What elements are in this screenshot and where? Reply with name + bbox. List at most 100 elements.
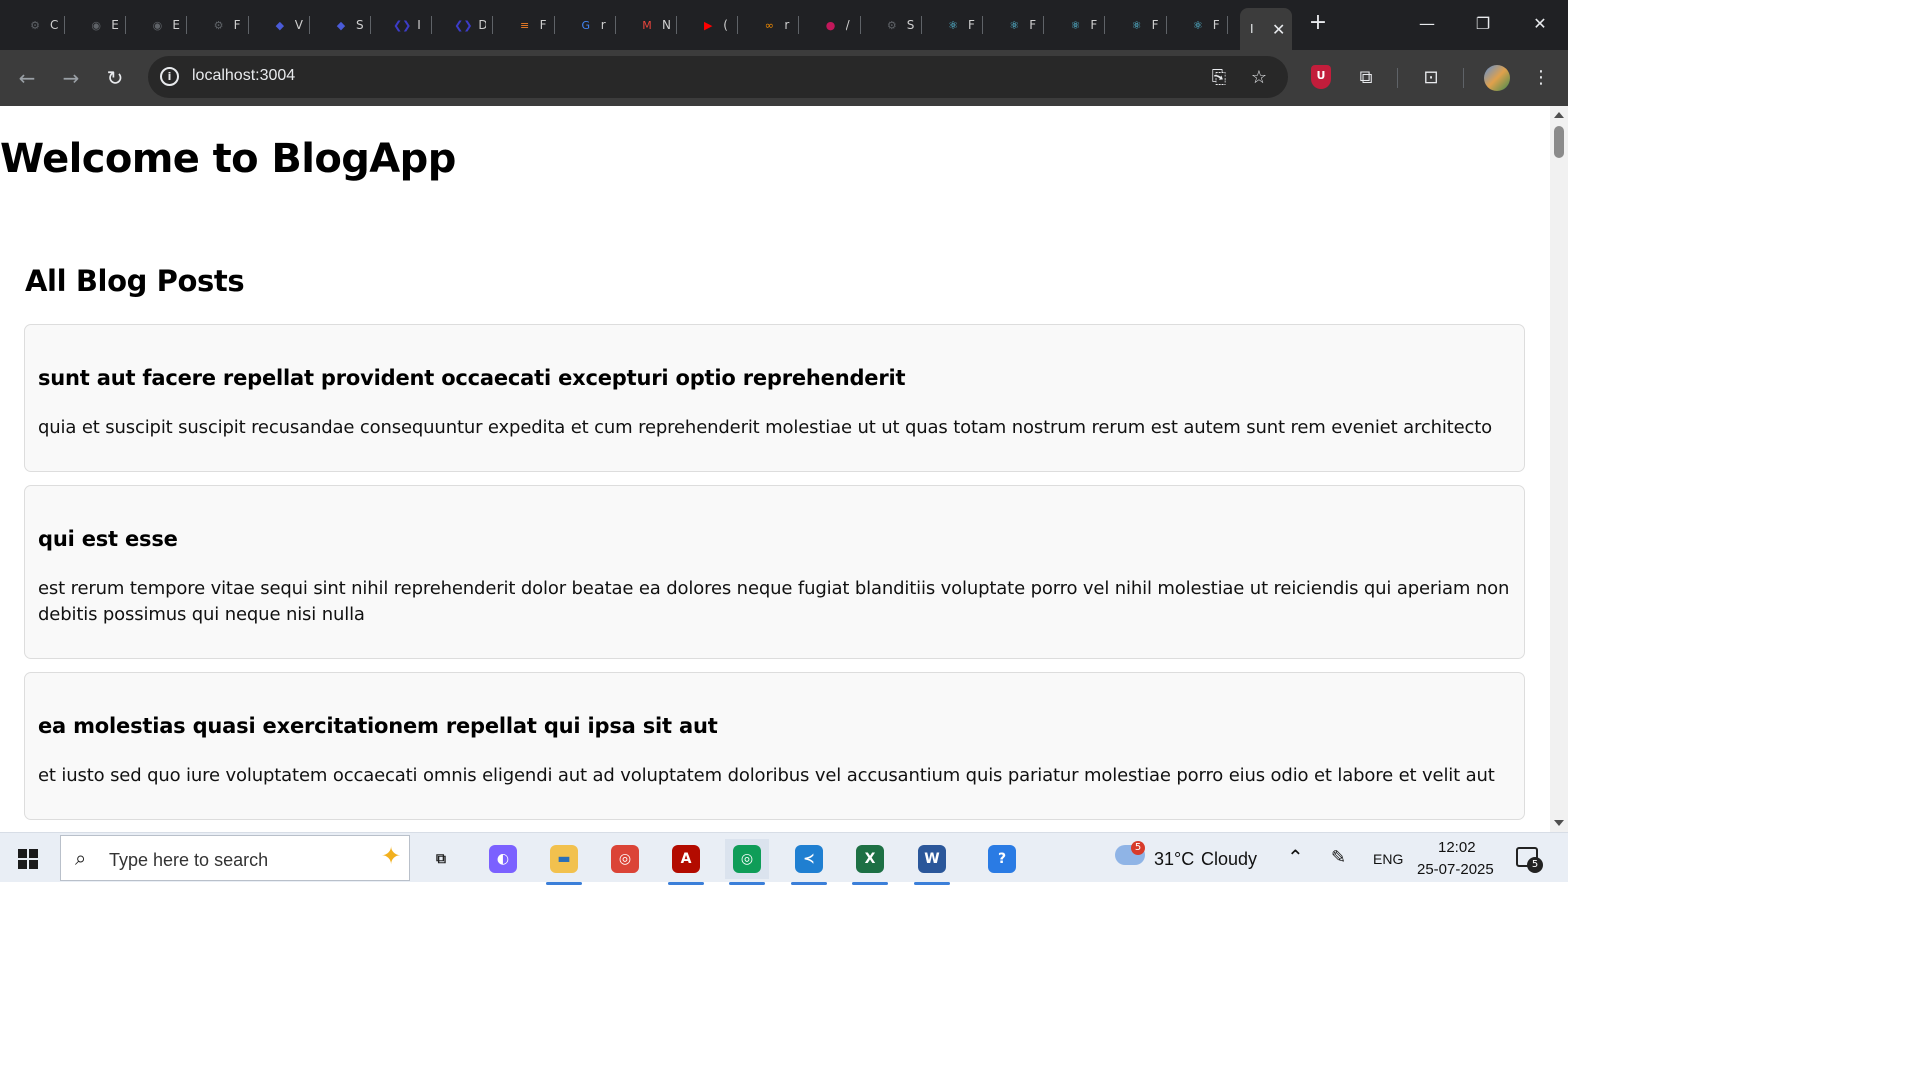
react-icon: ⚛ — [948, 18, 958, 32]
weather-temp[interactable]: 31°C — [1154, 849, 1194, 870]
page-scrollbar[interactable] — [1550, 106, 1568, 832]
browser-tab[interactable]: ◆ V — [245, 10, 303, 40]
post-body: quia et suscipit suscipit recusandae con… — [38, 417, 1493, 438]
new-tab-button[interactable]: + — [1306, 12, 1330, 36]
install-app-icon[interactable]: ⎘ — [1208, 67, 1230, 89]
tab-title: S — [906, 18, 915, 32]
browser-menu-icon[interactable]: ⋮ — [1528, 65, 1554, 91]
help-app[interactable]: ? — [980, 839, 1024, 879]
browser-tab[interactable]: ◉ E — [122, 10, 180, 40]
close-window-button[interactable]: ✕ — [1520, 10, 1560, 38]
forward-button[interactable]: → — [58, 65, 84, 91]
restore-button[interactable]: ❐ — [1463, 10, 1503, 38]
vscode-icon: ≺ — [795, 845, 823, 873]
taskbar-search-box[interactable]: ⌕ Type here to search ✦ — [60, 835, 410, 881]
browser-tab[interactable]: ❮❯ D — [428, 10, 486, 40]
tab-title: F — [1029, 18, 1037, 32]
task-view-app[interactable]: ⧉ — [419, 839, 463, 879]
copilot-icon: ◐ — [489, 845, 517, 873]
tab-title: S — [356, 18, 364, 32]
ublock-extension-icon[interactable]: U — [1311, 65, 1331, 89]
browser-tab[interactable]: ⚙ S — [857, 10, 915, 40]
bookmark-star-icon[interactable]: ☆ — [1248, 67, 1270, 89]
infinity-icon: ∞ — [764, 18, 774, 32]
copilot-sparkle-icon[interactable]: ✦ — [381, 842, 401, 870]
excel-app[interactable]: X — [848, 839, 892, 885]
excel-icon: X — [856, 845, 884, 873]
tab-title: F — [968, 18, 975, 32]
reading-mode-icon[interactable]: ⊡ — [1418, 65, 1444, 91]
page-viewport: Welcome to BlogApp All Blog Posts sunt a… — [0, 106, 1550, 832]
browser-tab[interactable]: ⚛ F — [918, 10, 976, 40]
browser-tab[interactable]: MN — [612, 10, 670, 40]
chrome-profile-app[interactable]: ◎ — [725, 839, 769, 885]
back-button[interactable]: ← — [14, 65, 40, 91]
browser-tab[interactable]: ⚛ F — [979, 10, 1037, 40]
chrome-icon: ◎ — [611, 845, 639, 873]
language-indicator[interactable]: ENG — [1373, 851, 1403, 867]
scroll-up-arrow-icon[interactable] — [1554, 112, 1564, 118]
chrome-app[interactable]: ◎ — [603, 839, 647, 879]
tab-title: E — [111, 18, 119, 32]
cube-icon: ◆ — [275, 18, 285, 32]
tab-close-icon[interactable]: ✕ — [1272, 20, 1285, 39]
reload-button[interactable]: ↻ — [102, 65, 128, 91]
tab-title: F — [233, 18, 241, 32]
post-body: et iusto sed quo iure voluptatem occaeca… — [38, 765, 1495, 786]
windows-start-icon[interactable] — [18, 849, 38, 869]
react-icon: ⚛ — [1070, 18, 1081, 32]
scrollbar-thumb[interactable] — [1554, 126, 1564, 158]
browser-tab[interactable]: ⚛ F — [1040, 10, 1098, 40]
browser-toolbar: ← → ↻ i localhost:3004 ⎘ ☆ U ⧉ ⊡ ⋮ — [0, 50, 1568, 106]
clock-date[interactable]: 25-07-2025 — [1417, 861, 1494, 878]
tab-title: F — [1151, 18, 1159, 32]
tab-title: / — [845, 18, 850, 32]
extensions-icon[interactable]: ⧉ — [1353, 65, 1379, 91]
tab-title: V — [294, 18, 303, 32]
post-body: est rerum tempore vitae sequi sint nihil… — [38, 578, 1510, 625]
tab-title: D — [478, 18, 487, 32]
minimize-button[interactable]: — — [1407, 10, 1447, 38]
react-icon: ⚛ — [1009, 18, 1020, 32]
notification-count: 5 — [1527, 857, 1543, 873]
browser-tab[interactable]: ◉ E — [61, 10, 119, 40]
browser-tab[interactable]: ⚙ C — [0, 10, 58, 40]
tray-chevron-icon[interactable]: ⌃ — [1287, 845, 1304, 869]
acrobat-app[interactable]: A — [664, 839, 708, 885]
copilot-app[interactable]: ◐ — [481, 839, 525, 879]
address-bar[interactable]: i localhost:3004 ⎘ ☆ — [148, 56, 1288, 98]
browser-tab[interactable]: ● / — [796, 10, 854, 40]
tab-title: ( — [723, 18, 728, 32]
post-title: ea molestias quasi exercitationem repell… — [38, 714, 718, 738]
browser-tab[interactable]: ◆ S — [306, 10, 364, 40]
profile-avatar[interactable] — [1484, 65, 1510, 91]
browser-tab[interactable]: ⚛ F — [1163, 10, 1221, 40]
toolbar-divider — [1463, 68, 1464, 88]
vscode-app[interactable]: ≺ — [787, 839, 831, 885]
scroll-down-arrow-icon[interactable] — [1554, 820, 1564, 826]
clock-time[interactable]: 12:02 — [1438, 839, 1476, 856]
browser-tab[interactable]: ❮❯ I — [367, 10, 425, 40]
tab-strip: ⚙ C ◉ E ◉ E ⚙ F ◆ V ◆ S ❮❯ I ❮❯ D ≡ F Gr M N ▶(∞ r ● / ⚙ S ⚛ F ⚛ F ⚛ F ⚛ F… — [0, 0, 1568, 50]
address-url[interactable]: localhost:3004 — [192, 67, 295, 85]
section-title: All Blog Posts — [25, 264, 245, 298]
browser-tab[interactable]: ∞ r — [734, 10, 792, 40]
weather-condition[interactable]: Cloudy — [1201, 849, 1257, 870]
tab-active[interactable]: I ✕ — [1240, 8, 1292, 50]
stack-icon: ≡ — [519, 18, 530, 32]
site-info-icon[interactable]: i — [160, 67, 179, 86]
search-placeholder: Type here to search — [109, 850, 269, 870]
toolbar-divider — [1397, 68, 1398, 88]
browser-tab[interactable]: ⚙ F — [184, 10, 242, 40]
browser-tab[interactable]: ≡ F — [490, 10, 548, 40]
code-icon: ❮❯ — [454, 18, 473, 32]
file-explorer-app[interactable]: ▬ — [542, 839, 586, 885]
pen-icon[interactable]: ✎ — [1331, 847, 1346, 868]
openai-icon: ⚙ — [30, 18, 40, 32]
browser-tab[interactable]: ⚛ F — [1102, 10, 1160, 40]
browser-tab[interactable]: ▶( — [673, 10, 731, 40]
word-app[interactable]: W — [910, 839, 954, 885]
acrobat-icon: A — [672, 845, 700, 873]
browser-tab[interactable]: Gr — [551, 10, 609, 40]
code-icon: ❮❯ — [392, 18, 412, 32]
